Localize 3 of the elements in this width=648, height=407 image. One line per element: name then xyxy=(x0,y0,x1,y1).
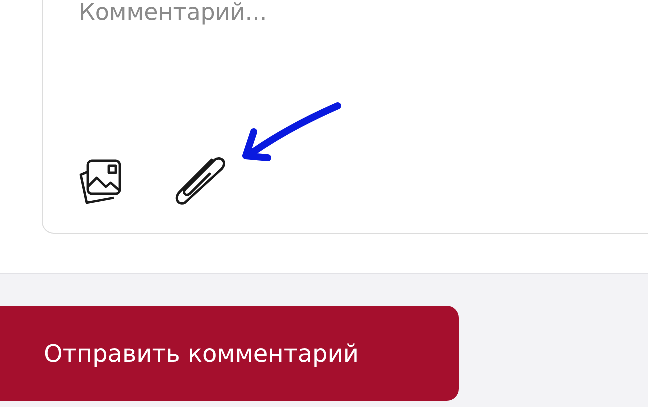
image-gallery-icon[interactable] xyxy=(78,158,124,206)
comment-field[interactable]: Комментарий... xyxy=(42,0,648,234)
submit-button[interactable]: Отправить комментарий xyxy=(0,306,459,401)
